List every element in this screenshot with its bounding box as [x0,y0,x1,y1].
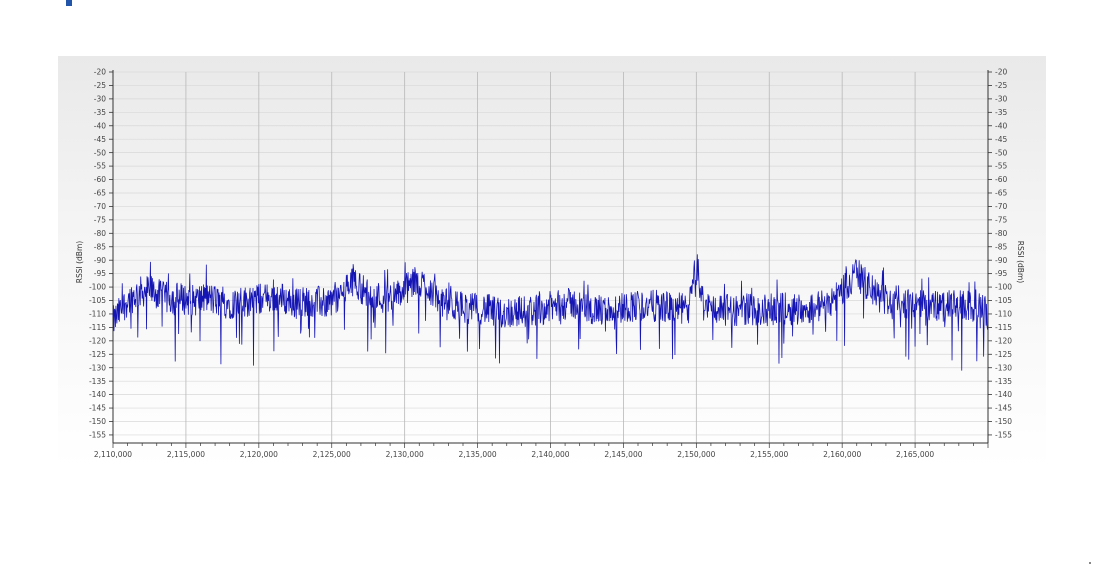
y-tick-label-right: -65 [995,189,1007,198]
y-tick-label-right: -110 [995,310,1012,319]
y-tick-label-left: -30 [94,94,106,103]
x-tick-label: 2,145,000 [604,450,642,459]
y-tick-label-right: -70 [995,202,1007,211]
y-tick-label-left: -145 [89,404,106,413]
x-tick-label: 2,140,000 [531,450,569,459]
y-tick-label-right: -105 [995,296,1012,305]
y-tick-label-right: -145 [995,404,1012,413]
y-tick-label-left: -55 [94,162,106,171]
y-tick-label-left: -50 [94,148,106,157]
grid-layer [112,71,989,443]
x-tick-label: 2,155,000 [750,450,788,459]
y-tick-label-right: -130 [995,363,1012,372]
y-tick-label-left: -110 [89,310,106,319]
y-tick-label-right: -50 [995,148,1007,157]
y-tick-label-left: -100 [89,283,106,292]
y-tick-label-right: -120 [995,336,1012,345]
x-tick-label: 2,150,000 [677,450,715,459]
y-tick-label-left: -135 [89,377,106,386]
y-tick-label-left: -35 [94,108,106,117]
y-tick-label-right: -40 [995,121,1007,130]
y-tick-label-right: -35 [995,108,1007,117]
corner-dot [1089,562,1091,564]
y-tick-label-right: -85 [995,242,1007,251]
y-tick-label-left: -105 [89,296,106,305]
y-tick-label-left: -90 [94,256,106,265]
y-tick-label-left: -155 [89,431,106,440]
y-tick-label-right: -30 [995,94,1007,103]
y-tick-label-left: -20 [94,68,106,77]
y-tick-label-right: -100 [995,283,1012,292]
y-tick-label-right: -155 [995,431,1012,440]
y-tick-label-left: -85 [94,242,106,251]
x-tick-label: 2,125,000 [313,450,351,459]
y-tick-label-right: -20 [995,68,1007,77]
y-tick-label-right: -60 [995,175,1007,184]
y-tick-label-left: -45 [94,135,106,144]
y-tick-label-left: -120 [89,336,106,345]
y-tick-label-right: -75 [995,215,1007,224]
y-tick-label-right: -95 [995,269,1007,278]
y-tick-label-left: -80 [94,229,106,238]
y-tick-label-left: -115 [89,323,106,332]
x-tick-label: 2,165,000 [896,450,934,459]
y-tick-label-left: -150 [89,417,106,426]
y-tick-label-right: -125 [995,350,1012,359]
x-tick-label: 2,130,000 [386,450,424,459]
y-tick-label-right: -80 [995,229,1007,238]
y-tick-label-right: -140 [995,390,1012,399]
x-tick-label: 2,120,000 [240,450,278,459]
y-tick-label-right: -115 [995,323,1012,332]
y-tick-label-left: -60 [94,175,106,184]
x-tick-label: 2,135,000 [458,450,496,459]
y-tick-label-left: -125 [89,350,106,359]
y-tick-label-left: -25 [94,81,106,90]
y-tick-label-right: -55 [995,162,1007,171]
y-tick-label-left: -130 [89,363,106,372]
y-tick-label-left: -40 [94,121,106,130]
y-tick-label-left: -140 [89,390,106,399]
y-tick-label-right: -135 [995,377,1012,386]
y-axis-title-right: RSSI (dBm) [1016,241,1025,283]
y-tick-label-left: -65 [94,189,106,198]
caption-accent-mark [66,0,72,6]
top-caption [0,0,1094,12]
y-tick-label-left: -95 [94,269,106,278]
chart-panel: -20 -20 -25 -25 -30 -30 -35 -35 -40 -40 -45 -45 -50 -… [58,56,1046,468]
y-tick-label-right: -25 [995,81,1007,90]
y-axis-title-left: RSSI (dBm) [75,241,84,283]
x-tick-label: 2,160,000 [823,450,861,459]
y-tick-label-right: -150 [995,417,1012,426]
y-tick-label-left: -70 [94,202,106,211]
x-tick-label: 2,110,000 [94,450,132,459]
y-tick-label-right: -45 [995,135,1007,144]
y-tick-label-right: -90 [995,256,1007,265]
y-tick-label-left: -75 [94,215,106,224]
x-tick-label: 2,115,000 [167,450,205,459]
spectrum-chart: -20 -20 -25 -25 -30 -30 -35 -35 -40 -40 -45 -45 -50 -… [75,68,1025,459]
